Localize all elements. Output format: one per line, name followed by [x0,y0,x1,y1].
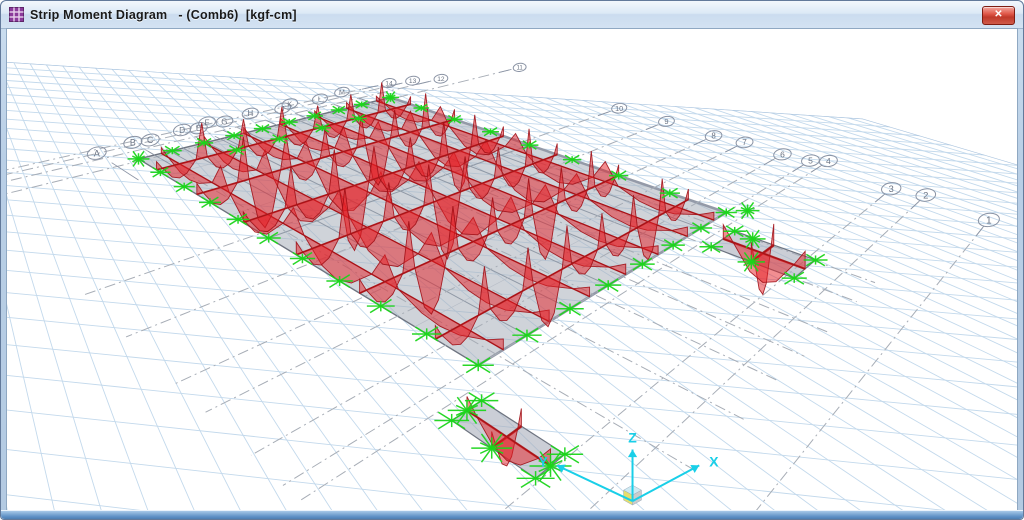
grid-bubble: 14 [362,78,397,90]
support-x-icon [517,469,555,487]
y-axis [557,465,633,501]
support-x-icon [413,104,429,111]
support-x-icon [446,116,462,124]
window-title: Strip Moment Diagram - (Comb6) [kgf-cm] [30,8,297,22]
y-axis-label: Y [539,453,549,469]
svg-text:D: D [179,125,185,135]
svg-text:12: 12 [437,76,445,83]
bottom-panel[interactable] [434,393,583,488]
grid-bubble: 12 [416,74,448,85]
strip-moment-3d-view[interactable]: ABCDEFGHJKLM1413121110987654321XYZ [7,29,1017,510]
app-icon[interactable] [9,7,24,22]
window: Strip Moment Diagram - (Comb6) [kgf-cm] … [0,0,1024,520]
svg-text:C: C [147,135,153,145]
model-viewport[interactable]: ABCDEFGHJKLM1413121110987654321XYZ [6,28,1018,511]
support-x-icon [331,106,347,114]
svg-text:13: 13 [409,78,417,85]
close-button[interactable]: ✕ [982,6,1015,25]
support-x-icon [314,124,331,132]
svg-text:H: H [247,109,253,118]
title-bar[interactable]: Strip Moment Diagram - (Comb6) [kgf-cm] … [1,1,1023,29]
svg-text:F: F [205,118,210,127]
svg-text:5: 5 [808,156,813,166]
x-axis-label: X [709,453,719,469]
support-x-icon [482,128,499,136]
support-x-icon [281,118,298,126]
svg-text:B: B [130,137,136,147]
screenshot-stage: Strip Moment Diagram - (Comb6) [kgf-cm] … [0,0,1024,520]
support-x-icon [350,115,366,123]
support-x-icon [307,112,323,120]
svg-text:7: 7 [742,138,747,147]
z-axis-label: Z [628,430,637,446]
svg-text:2: 2 [923,190,928,201]
axis-triad: X Y Z [539,430,720,505]
svg-text:G: G [221,117,227,126]
svg-text:8: 8 [711,132,716,141]
svg-text:6: 6 [780,149,785,159]
svg-text:4: 4 [826,156,831,166]
svg-text:10: 10 [615,104,623,113]
svg-text:K: K [287,99,292,108]
svg-text:L: L [318,95,322,104]
support-x-icon [254,125,271,133]
support-x-icon [354,101,370,108]
support-x-icon [463,358,494,373]
svg-text:M: M [339,90,345,97]
svg-text:9: 9 [664,117,668,126]
svg-text:3: 3 [889,184,894,194]
svg-text:A: A [94,148,101,158]
svg-text:1: 1 [986,215,992,226]
svg-text:11: 11 [516,65,523,72]
window-bottom-edge [1,510,1023,519]
